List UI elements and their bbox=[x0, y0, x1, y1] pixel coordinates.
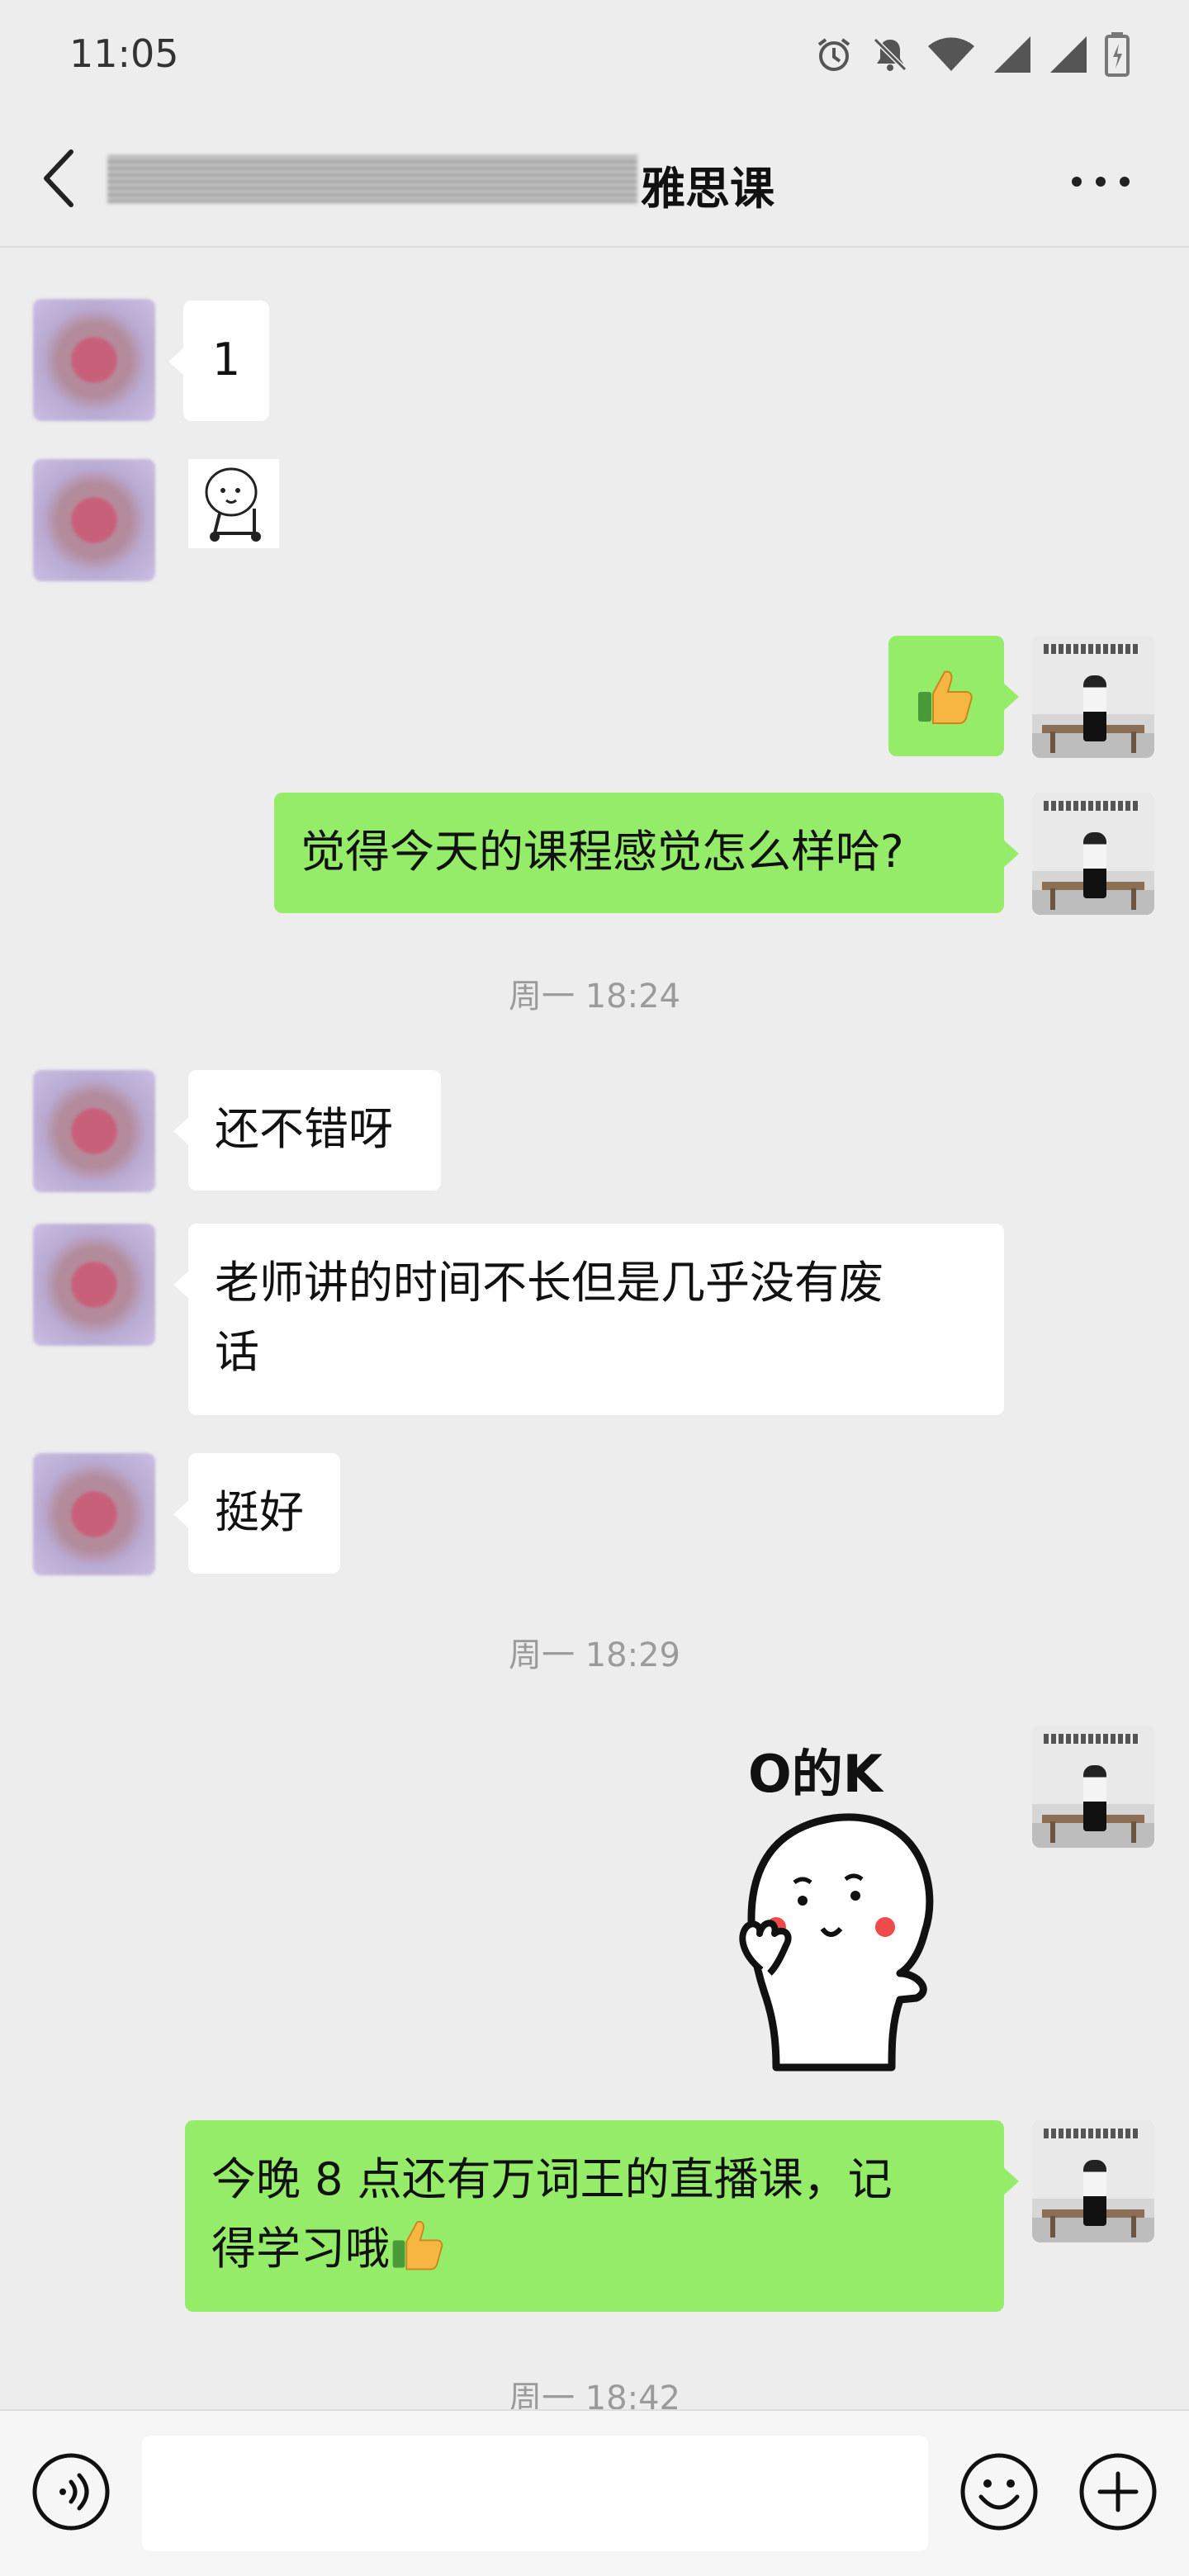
my-avatar[interactable] bbox=[1032, 793, 1154, 915]
redacted-title bbox=[107, 155, 637, 203]
timestamp: 周一 18:24 bbox=[509, 978, 680, 1016]
my-avatar[interactable] bbox=[1032, 636, 1154, 758]
wifi-icon bbox=[928, 37, 974, 71]
chat-title-bar: 雅思课 bbox=[0, 109, 1189, 248]
thumbs-up-icon bbox=[918, 670, 973, 724]
voice-icon[interactable] bbox=[30, 2451, 112, 2533]
more-icon[interactable] bbox=[1070, 173, 1131, 190]
my-avatar[interactable] bbox=[1032, 1726, 1154, 1848]
message-bubble-received[interactable]: 挺好 bbox=[173, 1453, 340, 1574]
status-time: 11:05 bbox=[69, 31, 179, 76]
message-text: 觉得今天的课程感觉怎么样哈? bbox=[301, 826, 904, 878]
message-bubble-sent[interactable]: 觉得今天的课程感觉怎么样哈? bbox=[274, 793, 1019, 913]
my-avatar[interactable] bbox=[1032, 2120, 1154, 2242]
message-text-line: 今晚 8 点还有万词王的直播课，记 bbox=[211, 2153, 893, 2205]
message-text-line: 得学习哦 bbox=[211, 2214, 978, 2284]
input-bar bbox=[0, 2409, 1189, 2576]
message-bubble-received[interactable]: 还不错呀 bbox=[173, 1070, 441, 1191]
message-text: 挺好 bbox=[215, 1486, 304, 1538]
message-bubble-sent[interactable]: 今晚 8 点还有万词王的直播课，记 得学习哦 bbox=[185, 2120, 1019, 2312]
message-text: 1 bbox=[211, 334, 241, 386]
status-bar: 11:05 bbox=[0, 0, 1189, 109]
signal-icon-2 bbox=[1050, 36, 1087, 73]
chat-title: 雅思课 bbox=[641, 163, 775, 215]
message-text-line: 话 bbox=[215, 1326, 259, 1378]
alarm-icon bbox=[817, 38, 850, 71]
sticker-scooter[interactable] bbox=[188, 459, 279, 548]
peer-avatar[interactable] bbox=[33, 1070, 155, 1192]
message-bubble-sent[interactable] bbox=[888, 636, 1019, 756]
message-input[interactable] bbox=[142, 2436, 928, 2551]
sticker-ok[interactable]: O的K bbox=[694, 1726, 958, 2072]
message-bubble-received[interactable]: 老师讲的时间不长但是几乎没有废 话 bbox=[173, 1224, 1004, 1415]
mute-icon bbox=[873, 37, 907, 72]
emoji-icon[interactable] bbox=[958, 2451, 1040, 2533]
peer-avatar[interactable] bbox=[33, 1453, 155, 1575]
battery-icon bbox=[1105, 32, 1130, 77]
peer-avatar[interactable] bbox=[33, 299, 155, 421]
message-text: 得学习哦 bbox=[211, 2223, 390, 2275]
signal-icon bbox=[994, 36, 1030, 73]
timestamp: 周一 18:29 bbox=[509, 1636, 680, 1674]
status-icons bbox=[814, 30, 1130, 79]
peer-avatar[interactable] bbox=[33, 459, 155, 581]
peer-avatar[interactable] bbox=[33, 1224, 155, 1346]
message-text: 还不错呀 bbox=[215, 1103, 393, 1155]
message-bubble-received[interactable]: 1 bbox=[168, 301, 269, 421]
back-icon[interactable] bbox=[40, 147, 76, 210]
message-text-line: 老师讲的时间不长但是几乎没有废 bbox=[215, 1257, 883, 1309]
thumbs-up-icon bbox=[392, 2221, 443, 2271]
plus-icon[interactable] bbox=[1077, 2451, 1159, 2533]
